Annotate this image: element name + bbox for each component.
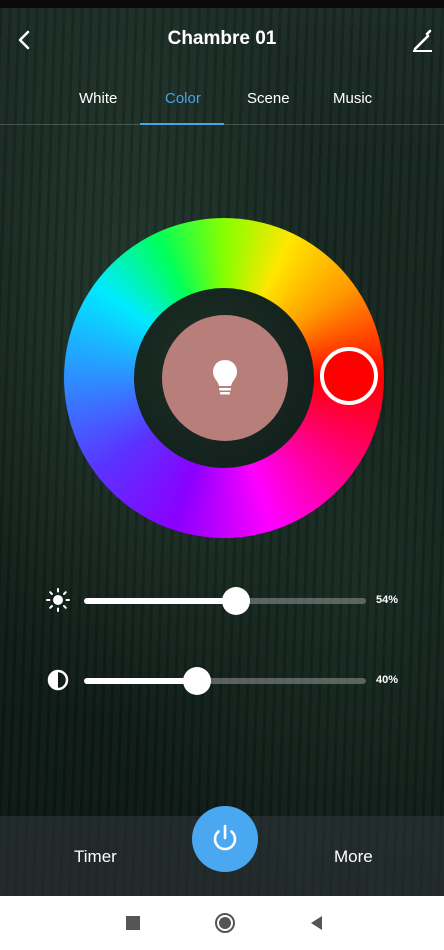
brightness-slider-thumb[interactable] [222, 587, 251, 615]
edit-button[interactable] [408, 24, 436, 56]
saturation-slider-thumb[interactable] [182, 667, 211, 695]
mode-tabs: White Color Scene Music [0, 80, 444, 125]
brightness-slider-fill [84, 598, 237, 604]
brightness-value: 54% [376, 594, 399, 606]
lightbulb-icon [213, 360, 237, 395]
power-icon [213, 824, 237, 851]
tab-music[interactable]: Music [333, 90, 372, 107]
active-tab-indicator [140, 123, 224, 125]
status-bar [0, 0, 444, 8]
color-picker-handle[interactable] [320, 347, 378, 405]
saturation-slider[interactable] [84, 667, 366, 695]
brightness-slider[interactable] [84, 587, 366, 615]
square-icon[interactable] [122, 912, 144, 934]
page-title: Chambre 01 [167, 28, 277, 49]
more-button[interactable]: More [334, 847, 373, 867]
brightness-slider-row: 54% [0, 580, 444, 620]
saturation-slider-row: 40% [0, 660, 444, 700]
triangle-back-icon[interactable] [306, 912, 328, 934]
circle-icon[interactable] [214, 912, 236, 934]
timer-button[interactable]: Timer [74, 847, 117, 867]
contrast-icon [47, 669, 69, 691]
tab-white[interactable]: White [79, 90, 117, 107]
tab-scene[interactable]: Scene [247, 90, 290, 107]
pencil-icon [413, 29, 432, 52]
preview-bulb-button[interactable] [162, 315, 288, 441]
app-header: Chambre 01 [0, 18, 444, 62]
system-navigation-bar [0, 896, 444, 950]
tab-color[interactable]: Color [165, 90, 201, 107]
sun-icon [46, 588, 70, 612]
saturation-slider-fill [84, 678, 197, 684]
saturation-value: 40% [376, 674, 399, 686]
power-button[interactable] [192, 806, 258, 872]
